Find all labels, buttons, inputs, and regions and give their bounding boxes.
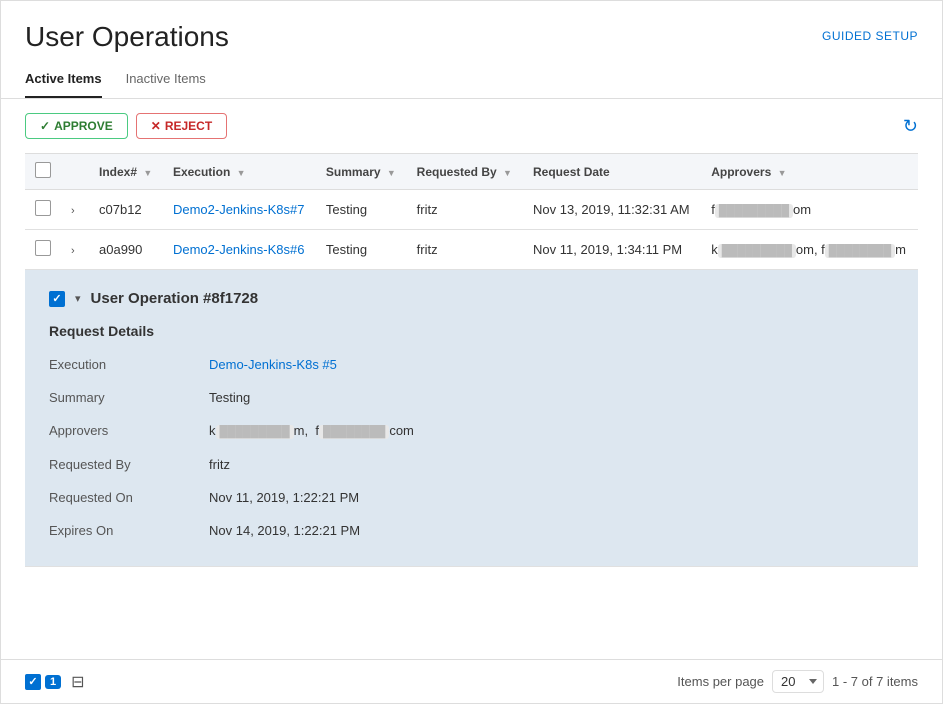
- items-per-page-label: Items per page: [677, 674, 764, 689]
- footer-selection: 1: [25, 674, 61, 690]
- summary-label: Summary: [49, 386, 209, 409]
- table-row: › a0a990 Demo2-Jenkins-K8s#6 Testing fri…: [25, 230, 918, 270]
- cell-requested-by-2: fritz: [407, 230, 523, 270]
- select-all-checkbox[interactable]: [35, 162, 51, 178]
- expand-row-1[interactable]: ›: [71, 205, 75, 217]
- tab-inactive-items[interactable]: Inactive Items: [126, 61, 206, 98]
- sort-requested-by-icon[interactable]: ▼: [503, 168, 512, 178]
- expires-on-label: Expires On: [49, 519, 209, 542]
- cell-requested-by-1: fritz: [407, 190, 523, 230]
- col-request-date: Request Date: [523, 154, 701, 190]
- table-row: › c07b12 Demo2-Jenkins-K8s#7 Testing fri…: [25, 190, 918, 230]
- sort-execution-icon[interactable]: ▼: [237, 168, 246, 178]
- row-checkbox-2[interactable]: [35, 240, 51, 256]
- x-icon: ✕: [151, 119, 161, 133]
- requested-by-label: Requested By: [49, 453, 209, 476]
- page-title: User Operations: [25, 21, 229, 53]
- requested-by-value: fritz: [209, 453, 894, 476]
- reject-button[interactable]: ✕ REJECT: [136, 113, 227, 139]
- cell-request-date-2: Nov 11, 2019, 1:34:11 PM: [523, 230, 701, 270]
- collapse-expanded-icon[interactable]: ▾: [75, 292, 81, 305]
- cell-approvers-1: f█████████om: [701, 190, 918, 230]
- table-container: Index# ▼ Execution ▼ Summary ▼ Requested…: [1, 153, 942, 659]
- approvers-value: k█████████m, f████████com: [209, 419, 894, 443]
- col-approvers: Approvers ▼: [701, 154, 918, 190]
- requested-on-value: Nov 11, 2019, 1:22:21 PM: [209, 486, 894, 509]
- approve-button[interactable]: ✓ APPROVE: [25, 113, 128, 139]
- operations-table: Index# ▼ Execution ▼ Summary ▼ Requested…: [25, 153, 918, 567]
- sort-approvers-icon[interactable]: ▼: [778, 168, 787, 178]
- items-count: 1 - 7 of 7 items: [832, 674, 918, 689]
- execution-label: Execution: [49, 353, 209, 376]
- sort-index-icon[interactable]: ▼: [143, 168, 152, 178]
- footer-action-icon[interactable]: ⊟: [71, 672, 84, 692]
- expanded-row-checkbox[interactable]: [49, 291, 65, 307]
- execution-link-2[interactable]: Demo2-Jenkins-K8s#6: [173, 242, 305, 257]
- toolbar: ✓ APPROVE ✕ REJECT ↻: [1, 99, 942, 153]
- expanded-row: ▾ User Operation #8f1728 Request Details…: [25, 270, 918, 567]
- guided-setup-link[interactable]: GUIDED SETUP: [822, 29, 918, 43]
- approvers-label: Approvers: [49, 419, 209, 443]
- cell-execution-1: Demo2-Jenkins-K8s#7: [163, 190, 316, 230]
- expand-row-2[interactable]: ›: [71, 245, 75, 257]
- expanded-execution-link[interactable]: Demo-Jenkins-K8s #5: [209, 357, 337, 372]
- cell-index-2: a0a990: [89, 230, 163, 270]
- expanded-row-title: User Operation #8f1728: [91, 290, 259, 307]
- col-requested-by: Requested By ▼: [407, 154, 523, 190]
- row-checkbox-1[interactable]: [35, 200, 51, 216]
- footer: 1 ⊟ Items per page 20 50 100 1 - 7 of 7 …: [1, 659, 942, 703]
- sort-summary-icon[interactable]: ▼: [387, 168, 396, 178]
- execution-link-1[interactable]: Demo2-Jenkins-K8s#7: [173, 202, 305, 217]
- col-index: Index# ▼: [89, 154, 163, 190]
- request-details-title: Request Details: [49, 323, 894, 339]
- selected-count-badge: 1: [45, 675, 61, 689]
- footer-checkbox[interactable]: [25, 674, 41, 690]
- expires-on-value: Nov 14, 2019, 1:22:21 PM: [209, 519, 894, 542]
- summary-value: Testing: [209, 386, 894, 409]
- cell-summary-1: Testing: [316, 190, 407, 230]
- cell-index-1: c07b12: [89, 190, 163, 230]
- tab-bar: Active Items Inactive Items: [1, 61, 942, 99]
- cell-summary-2: Testing: [316, 230, 407, 270]
- requested-on-label: Requested On: [49, 486, 209, 509]
- cell-request-date-1: Nov 13, 2019, 11:32:31 AM: [523, 190, 701, 230]
- execution-value: Demo-Jenkins-K8s #5: [209, 353, 894, 376]
- tab-active-items[interactable]: Active Items: [25, 61, 102, 98]
- cell-approvers-2: k█████████om, f████████m: [701, 230, 918, 270]
- checkmark-icon: ✓: [40, 119, 50, 133]
- col-summary: Summary ▼: [316, 154, 407, 190]
- cell-execution-2: Demo2-Jenkins-K8s#6: [163, 230, 316, 270]
- col-execution: Execution ▼: [163, 154, 316, 190]
- refresh-icon[interactable]: ↻: [903, 116, 918, 137]
- per-page-select[interactable]: 20 50 100: [772, 670, 824, 693]
